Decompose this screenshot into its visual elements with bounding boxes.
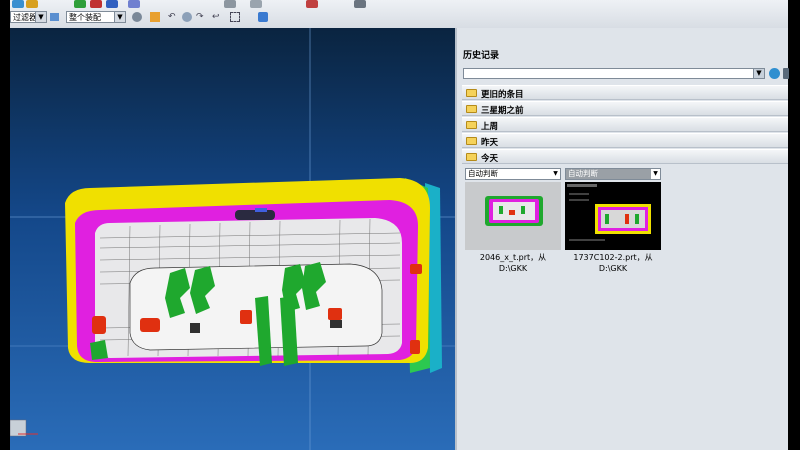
layer-icon[interactable] — [224, 0, 236, 8]
folder-icon — [466, 105, 477, 113]
sheet-icon[interactable] — [306, 0, 318, 8]
render-mode-select[interactable]: 自动判断 ▼ — [565, 168, 661, 180]
open-icon[interactable] — [12, 0, 24, 8]
curve-icon[interactable]: ↩ — [212, 12, 222, 22]
render-icon[interactable] — [354, 0, 366, 8]
check-icon[interactable] — [74, 0, 86, 8]
history-item[interactable]: 自动判断 ▼ 2046_x_t.prt，从 D:\GKK — [465, 168, 561, 278]
group-older[interactable]: 更旧的条目 — [462, 85, 788, 100]
chevron-down-icon: ▼ — [651, 169, 660, 179]
model-icon[interactable] — [128, 0, 140, 8]
part-thumbnail[interactable] — [565, 182, 661, 250]
group-yesterday[interactable]: 昨天 — [462, 133, 788, 148]
chevron-down-icon: ▼ — [753, 69, 764, 78]
part-thumbnail[interactable] — [465, 182, 561, 250]
folder-icon — [466, 121, 477, 129]
filter-icon[interactable] — [50, 13, 59, 21]
group-last-week[interactable]: 上周 — [462, 117, 788, 132]
chevron-down-icon: ▼ — [553, 170, 558, 177]
history-item[interactable]: 自动判断 ▼ 1737C102-2.prt，从 D:\GKK — [565, 168, 661, 278]
redo-icon[interactable]: ↷ — [196, 12, 206, 22]
folder-open-icon — [466, 153, 477, 161]
cube-icon[interactable] — [258, 12, 268, 22]
graphics-viewport[interactable] — [10, 28, 455, 450]
axis-triad — [10, 419, 38, 437]
assembly-select[interactable]: 整个装配 ▼ — [66, 11, 126, 23]
folder-icon — [466, 89, 477, 97]
toolbar: 过滤器 ▼ 整个装配 ▼ ↶ ↷ ↩ — [10, 0, 788, 29]
chevron-down-icon: ▼ — [35, 12, 46, 22]
undo-icon[interactable]: ↶ — [168, 12, 178, 22]
history-filter-select[interactable]: ▼ — [463, 68, 765, 79]
select-icon[interactable] — [230, 12, 240, 22]
group-today[interactable]: 今天 — [462, 149, 788, 164]
item-caption: 1737C102-2.prt，从 D:\GKK — [573, 253, 653, 273]
item-caption: 2046_x_t.prt，从 D:\GKK — [479, 253, 547, 273]
history-panel: 历史记录 ▼ 更旧的条目 三星期之前 上周 昨天 今天 自动判断 ▼ 2046_x… — [455, 28, 789, 450]
left-black-bar — [0, 0, 10, 450]
mold-model — [10, 28, 455, 450]
gear-icon[interactable] — [132, 12, 142, 22]
mark-icon[interactable] — [90, 0, 102, 8]
shape-icon[interactable] — [106, 0, 118, 8]
render-mode-select[interactable]: 自动判断 ▼ — [465, 168, 561, 180]
grid-icon[interactable] — [250, 0, 262, 8]
toolbar-top-row — [10, 0, 788, 8]
right-black-bar — [788, 0, 800, 450]
tool-icon[interactable] — [26, 0, 38, 8]
snap-icon[interactable] — [150, 12, 160, 22]
more-icon[interactable] — [783, 68, 789, 79]
panel-title: 历史记录 — [463, 51, 500, 61]
go-icon[interactable] — [769, 68, 780, 79]
filter-select[interactable]: 过滤器 ▼ — [10, 11, 47, 23]
chevron-down-icon: ▼ — [114, 12, 125, 22]
folder-icon — [466, 137, 477, 145]
group-three-weeks[interactable]: 三星期之前 — [462, 101, 788, 116]
view-icon[interactable] — [182, 12, 192, 22]
